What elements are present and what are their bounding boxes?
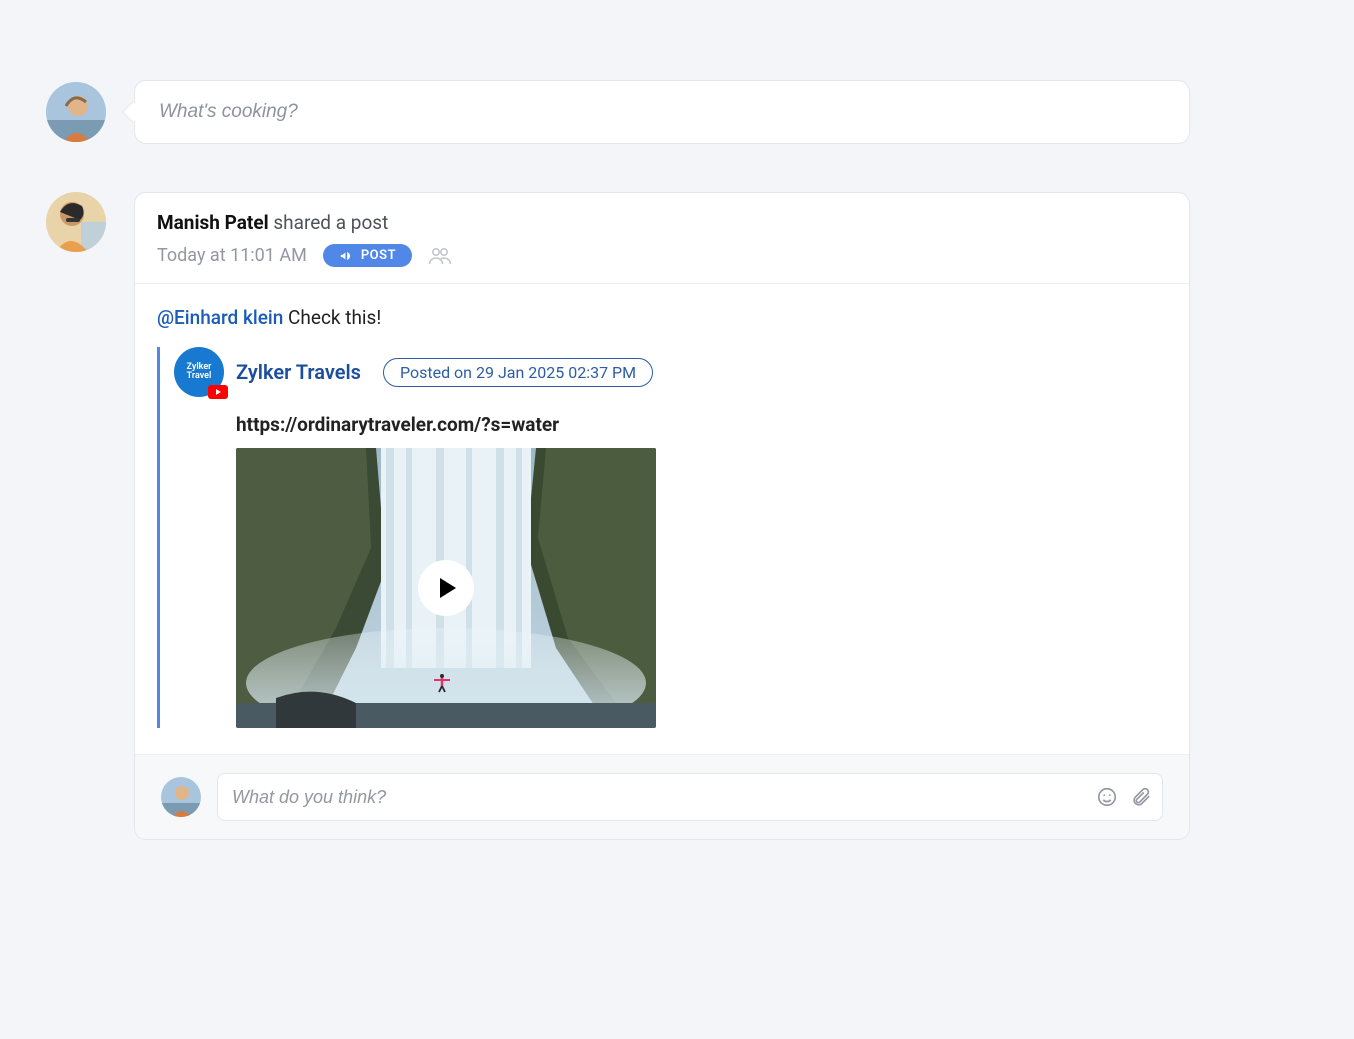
composer-input[interactable] <box>135 101 1189 123</box>
post-header: Manish Patel shared a post Today at 11:0… <box>135 193 1189 284</box>
post-timestamp: Today at 11:01 AM <box>157 245 307 266</box>
youtube-badge-icon <box>208 385 228 399</box>
post-title: Manish Patel shared a post <box>157 211 1167 234</box>
mention-link[interactable]: @Einhard klein <box>157 306 283 329</box>
shared-body: https://ordinarytraveler.com/?s=water <box>174 413 1167 728</box>
post-meta: Today at 11:01 AM POST <box>157 244 1167 267</box>
post-row: Manish Patel shared a post Today at 11:0… <box>46 192 1190 840</box>
comment-user-avatar[interactable] <box>161 777 201 817</box>
post-body: @Einhard klein Check this! Zylker Travel… <box>135 284 1189 754</box>
attachment-icon[interactable] <box>1130 786 1152 808</box>
posted-on-pill: Posted on 29 Jan 2025 02:37 PM <box>383 358 653 387</box>
shared-head: Zylker Travel Zylker Travels Posted on 2… <box>174 347 1167 397</box>
brand-name[interactable]: Zylker Travels <box>236 360 361 384</box>
post-text: @Einhard klein Check this! <box>157 306 1167 329</box>
post-text-after: Check this! <box>288 306 381 329</box>
shared-card: Zylker Travel Zylker Travels Posted on 2… <box>157 347 1167 728</box>
feed-canvas: Manish Patel shared a post Today at 11:0… <box>0 0 1236 938</box>
post-action-text: shared a post <box>273 211 388 234</box>
post-author-name[interactable]: Manish Patel <box>157 211 269 234</box>
play-icon <box>418 560 474 616</box>
audience-icon[interactable] <box>428 246 452 266</box>
comment-footer <box>135 754 1189 839</box>
comment-input-wrap[interactable] <box>217 773 1163 821</box>
brand-avatar-text: Zylker Travel <box>174 363 224 382</box>
current-user-avatar[interactable] <box>46 82 106 142</box>
composer-box[interactable] <box>134 80 1190 144</box>
comment-actions <box>1096 786 1152 808</box>
post-type-badge[interactable]: POST <box>323 244 412 267</box>
post-author-avatar[interactable] <box>46 192 106 252</box>
emoji-icon[interactable] <box>1096 786 1118 808</box>
shared-link[interactable]: https://ordinarytraveler.com/?s=water <box>236 413 1167 436</box>
video-thumbnail[interactable] <box>236 448 656 728</box>
composer-row <box>46 80 1190 144</box>
post-card: Manish Patel shared a post Today at 11:0… <box>134 192 1190 840</box>
brand-avatar[interactable]: Zylker Travel <box>174 347 224 397</box>
megaphone-icon <box>339 249 353 263</box>
comment-input[interactable] <box>232 787 1096 808</box>
post-type-label: POST <box>361 248 396 263</box>
